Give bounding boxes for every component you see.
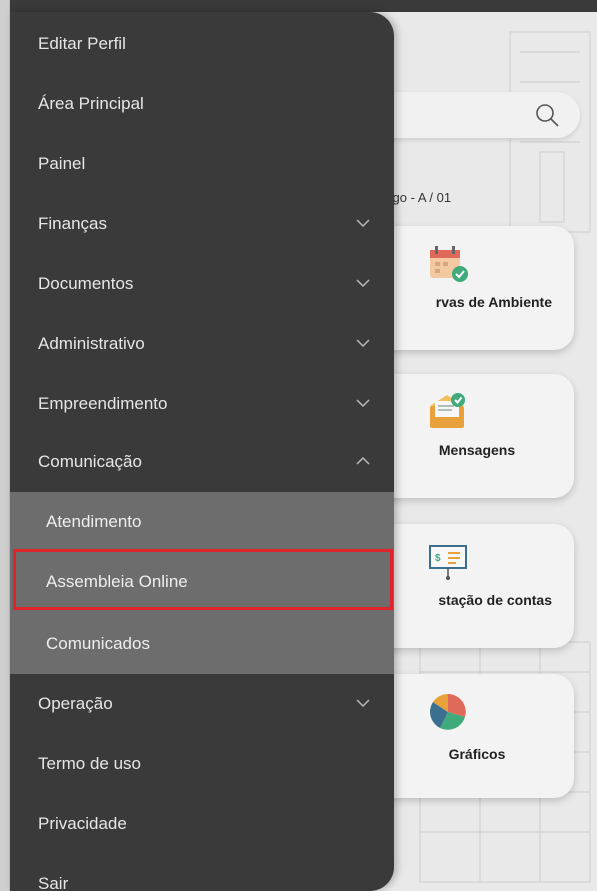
submenu-item-label: Comunicados: [46, 634, 150, 653]
menu-item-privacidade[interactable]: Privacidade: [10, 794, 394, 854]
menu-item-label: Administrativo: [38, 334, 145, 353]
envelope-icon: [430, 393, 465, 428]
menu-item-editar-perfil[interactable]: Editar Perfil: [10, 14, 394, 74]
menu-item-documentos[interactable]: Documentos: [10, 254, 394, 314]
menu-item-administrativo[interactable]: Administrativo: [10, 314, 394, 374]
chevron-up-icon[interactable]: [356, 454, 370, 468]
search-icon[interactable]: [534, 102, 560, 128]
menu-item-label: Sair: [38, 874, 69, 891]
menu-item-area-principal[interactable]: Área Principal: [10, 74, 394, 134]
chevron-down-icon[interactable]: [356, 276, 370, 290]
chevron-down-icon[interactable]: [356, 216, 370, 230]
menu-item-label: Operação: [38, 694, 113, 713]
navigation-drawer: Editar Perfil Área Principal Painel Fina…: [10, 12, 394, 891]
presentation-icon: $: [429, 545, 467, 580]
menu-item-label: Editar Perfil: [38, 34, 126, 53]
chevron-down-icon[interactable]: [356, 336, 370, 350]
menu-item-empreendimento[interactable]: Empreendimento: [10, 374, 394, 434]
submenu-item-label: Atendimento: [46, 512, 142, 531]
menu-item-label: Painel: [38, 154, 86, 173]
chevron-down-icon[interactable]: [356, 696, 370, 710]
menu-item-label: Área Principal: [38, 94, 144, 113]
menu-item-operacao[interactable]: Operação: [10, 674, 394, 734]
menu-item-label: Documentos: [38, 274, 134, 293]
submenu-item-comunicados[interactable]: Comunicados: [10, 614, 394, 674]
screen-edge: [0, 0, 10, 891]
chevron-down-icon[interactable]: [356, 396, 370, 410]
menu-item-label: Privacidade: [38, 814, 127, 833]
svg-text:$: $: [435, 553, 441, 564]
menu-item-financas[interactable]: Finanças: [10, 194, 394, 254]
menu-item-sair[interactable]: Sair: [10, 854, 394, 891]
menu-item-label: Empreendimento: [38, 394, 168, 413]
pie-chart-icon: [430, 693, 466, 730]
calendar-icon: [430, 246, 468, 282]
menu-item-painel[interactable]: Painel: [10, 134, 394, 194]
menu-item-comunicacao[interactable]: Comunicação: [10, 432, 394, 492]
menu-item-label: Termo de uso: [38, 754, 141, 773]
status-bar: [0, 0, 597, 12]
menu-item-label: Finanças: [38, 214, 107, 233]
menu-item-label: Comunicação: [38, 452, 142, 471]
highlight-box: [13, 549, 393, 610]
menu-item-termo-de-uso[interactable]: Termo de uso: [10, 734, 394, 794]
submenu-item-atendimento[interactable]: Atendimento: [10, 492, 394, 552]
